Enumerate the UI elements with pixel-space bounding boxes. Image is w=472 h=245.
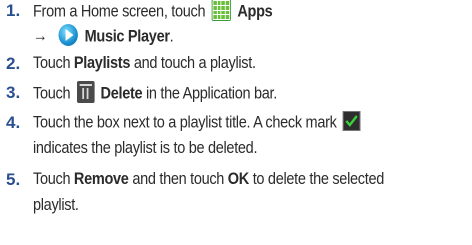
- step-number: 2.: [6, 54, 21, 73]
- step-text: Touch: [33, 54, 74, 72]
- step-text: and then touch: [128, 170, 228, 188]
- step-text: .: [169, 27, 174, 46]
- step-text: Touch: [33, 170, 74, 188]
- step-number: 5.: [6, 170, 21, 189]
- step-text: Touch the box next to a playlist title. …: [33, 113, 337, 132]
- ok-label: OK: [227, 170, 249, 188]
- delete-label: Delete: [100, 84, 143, 103]
- apps-label: Apps: [237, 2, 273, 21]
- green-checkbox-icon: [342, 111, 361, 131]
- playlists-label: Playlists: [73, 54, 131, 72]
- step-text: and touch a playlist.: [130, 54, 256, 72]
- step-text: playlist.: [33, 196, 79, 214]
- step-5-line-2: playlist.: [33, 196, 79, 215]
- step-4-line-1: Touch the box next to a playlist title. …: [33, 111, 363, 133]
- music-player-icon: [58, 24, 79, 46]
- step-4-line-2: indicates the playlist is to be deleted.: [33, 139, 257, 158]
- remove-label: Remove: [73, 170, 129, 188]
- step-number: 1.: [6, 1, 21, 20]
- step-5-line-1: Touch Remove and then touch OK to delete…: [33, 170, 384, 189]
- step-1-line-2: → Music Player.: [33, 24, 174, 48]
- step-2-line-1: Touch Playlists and touch a playlist.: [33, 54, 256, 73]
- step-text: Touch: [33, 84, 71, 103]
- step-text: to delete the selected: [248, 170, 385, 188]
- step-number: 4.: [6, 113, 21, 132]
- step-text: From a Home screen, touch: [33, 2, 206, 21]
- music-player-label: Music Player: [84, 27, 170, 46]
- trash-delete-icon: [76, 81, 95, 103]
- arrow-right-icon: →: [33, 27, 48, 46]
- step-text: indicates the playlist is to be deleted.: [33, 139, 258, 157]
- step-3-line-1: Touch Delete in the Application bar.: [33, 81, 277, 105]
- step-number: 3.: [6, 83, 21, 102]
- step-1-line-1: From a Home screen, touch Apps: [33, 0, 273, 23]
- apps-grid-icon: [211, 0, 231, 21]
- step-text: in the Application bar.: [142, 84, 277, 103]
